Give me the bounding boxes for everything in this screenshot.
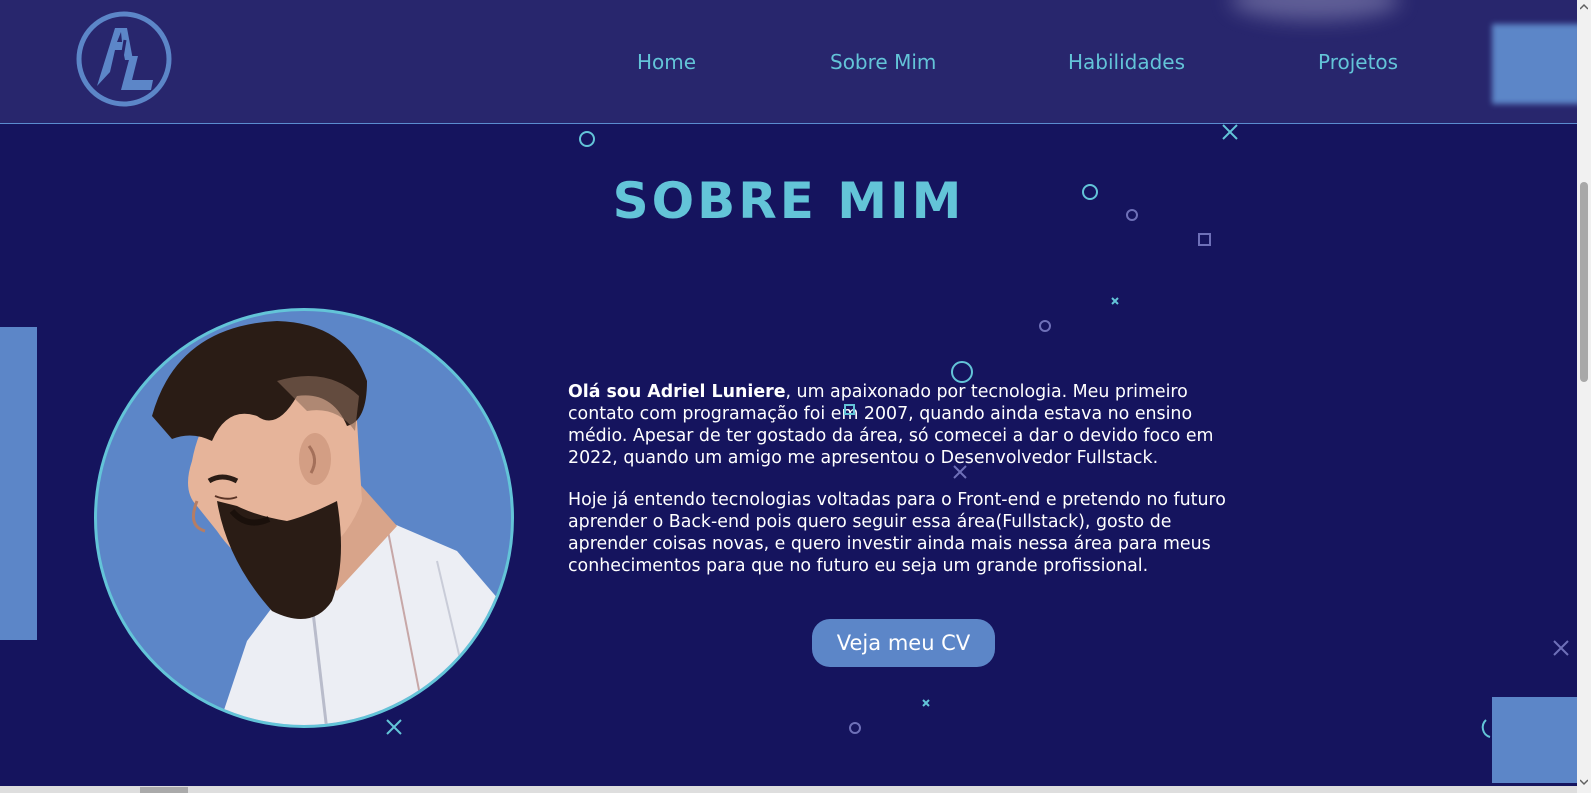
circle-deco-icon — [1481, 719, 1491, 738]
about-text: Olá sou Adriel Luniere, um apaixonado po… — [568, 381, 1248, 577]
horizontal-scrollbar[interactable] — [0, 786, 1577, 793]
left-side-block — [0, 327, 37, 640]
vertical-scrollbar[interactable] — [1577, 0, 1591, 793]
horizontal-scroll-thumb[interactable] — [140, 787, 188, 793]
view-cv-button[interactable]: Veja meu CV — [812, 619, 995, 667]
nav-home[interactable]: Home — [637, 50, 696, 74]
header-block-decoration — [1492, 24, 1577, 104]
scroll-thumb[interactable] — [1580, 182, 1588, 382]
nav-sobre-mim[interactable]: Sobre Mim — [830, 50, 936, 74]
nav-habilidades[interactable]: Habilidades — [1068, 50, 1185, 74]
logo-icon[interactable] — [75, 10, 173, 108]
header-glow-decoration — [1230, 0, 1400, 20]
scroll-down-icon[interactable] — [1580, 778, 1588, 786]
section-title: SOBRE MIM — [612, 172, 965, 230]
site-header: Home Sobre Mim Habilidades Projetos — [0, 0, 1577, 124]
circle-deco-icon — [579, 131, 1098, 383]
nav-projetos[interactable]: Projetos — [1318, 50, 1398, 74]
about-paragraph-2: Hoje já entendo tecnologias voltadas par… — [568, 490, 1226, 576]
about-intro-name: Olá sou Adriel Luniere — [568, 382, 786, 402]
avatar — [94, 308, 514, 728]
right-corner-block — [1492, 697, 1578, 783]
scroll-up-icon[interactable] — [1580, 3, 1588, 11]
about-paragraph-1: Olá sou Adriel Luniere, um apaixonado po… — [568, 381, 1248, 469]
portrait-illustration — [152, 321, 511, 725]
